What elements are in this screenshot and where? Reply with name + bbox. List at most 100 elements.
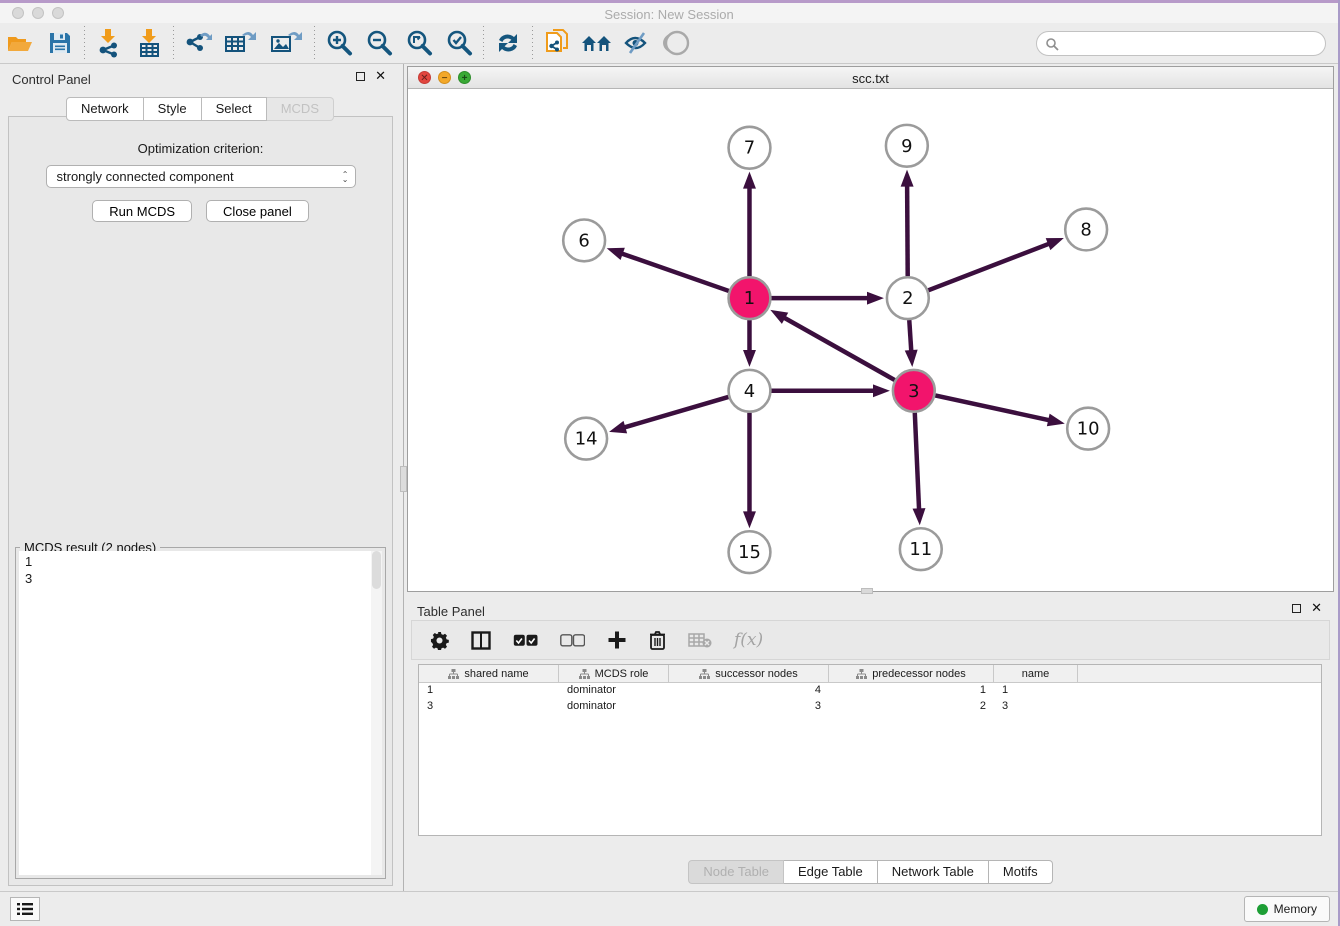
- memory-button[interactable]: Memory: [1244, 896, 1330, 922]
- edge-1-2[interactable]: [771, 292, 884, 305]
- zoom-selected-button[interactable]: [439, 25, 479, 61]
- close-table-panel-icon[interactable]: ✕: [1311, 603, 1322, 613]
- clone-network-button[interactable]: [537, 25, 577, 61]
- column-header-predecessor-nodes[interactable]: predecessor nodes: [829, 665, 994, 682]
- edge-3-11[interactable]: [913, 413, 926, 526]
- cell-MCDS-role[interactable]: dominator: [559, 699, 669, 715]
- run-mcds-button[interactable]: Run MCDS: [92, 200, 192, 222]
- edge-2-3[interactable]: [905, 320, 918, 367]
- edge-4-14[interactable]: [609, 397, 728, 433]
- network-canvas[interactable]: 7 9 6 8 1 2 4 3 14 10 15 11: [408, 90, 1333, 591]
- clone-network-icon: [544, 28, 570, 58]
- cell-successor-nodes[interactable]: 3: [669, 699, 829, 715]
- edge-3-1[interactable]: [770, 310, 894, 380]
- float-table-panel-icon[interactable]: [1292, 604, 1301, 613]
- cell-shared-name[interactable]: 3: [419, 699, 559, 715]
- plus-icon: [607, 630, 627, 650]
- cell-name[interactable]: 3: [994, 699, 1078, 715]
- save-session-button[interactable]: [40, 25, 80, 61]
- edge-2-9[interactable]: [901, 170, 914, 277]
- export-network-button[interactable]: [178, 25, 218, 61]
- gear-button[interactable]: [430, 631, 449, 650]
- cell-predecessor-nodes[interactable]: 2: [829, 699, 994, 715]
- function-builder-button[interactable]: f(x): [734, 630, 763, 650]
- edge-1-7[interactable]: [743, 172, 756, 277]
- tab-network-table[interactable]: Network Table: [878, 860, 989, 884]
- node-4[interactable]: 4: [729, 370, 771, 412]
- node-2[interactable]: 2: [887, 277, 929, 319]
- delete-column-button[interactable]: [649, 630, 666, 650]
- column-header-shared-name[interactable]: shared name: [419, 665, 559, 682]
- panel-splitter[interactable]: [400, 64, 407, 891]
- node-7[interactable]: 7: [729, 127, 771, 169]
- splitter-grip[interactable]: [400, 466, 407, 492]
- node-6[interactable]: 6: [563, 219, 605, 261]
- task-list-icon: [17, 902, 33, 916]
- cell-predecessor-nodes[interactable]: 1: [829, 683, 994, 699]
- tab-node-table[interactable]: Node Table: [688, 860, 784, 884]
- close-panel-button[interactable]: Close panel: [206, 200, 309, 222]
- edge-1-4[interactable]: [743, 320, 756, 367]
- delete-table-button[interactable]: [688, 632, 712, 648]
- select-all-button[interactable]: [513, 634, 538, 647]
- table-row[interactable]: 3dominator323: [419, 699, 1321, 715]
- result-scrollbar-thumb[interactable]: [372, 551, 381, 589]
- network-window-titlebar[interactable]: ✕ − + scc.txt: [408, 67, 1333, 89]
- float-panel-icon[interactable]: [356, 72, 365, 81]
- cell-successor-nodes[interactable]: 4: [669, 683, 829, 699]
- column-split-button[interactable]: [471, 631, 491, 650]
- edge-4-15[interactable]: [743, 413, 756, 529]
- edge-3-10[interactable]: [935, 395, 1065, 426]
- export-image-button[interactable]: [264, 25, 310, 61]
- import-network-button[interactable]: [89, 25, 129, 61]
- node-15[interactable]: 15: [729, 531, 771, 573]
- table-row[interactable]: 1dominator411: [419, 683, 1321, 699]
- edge-2-8[interactable]: [928, 238, 1064, 290]
- add-column-button[interactable]: [607, 630, 627, 650]
- tab-mcds[interactable]: MCDS: [267, 97, 334, 121]
- svg-text:11: 11: [909, 539, 932, 560]
- tab-motifs[interactable]: Motifs: [989, 860, 1053, 884]
- open-session-button[interactable]: [0, 25, 40, 61]
- tab-edge-table[interactable]: Edge Table: [784, 860, 878, 884]
- mcds-result-text[interactable]: 1 3: [19, 551, 382, 875]
- edge-4-3[interactable]: [771, 384, 890, 397]
- import-table-button[interactable]: [129, 25, 169, 61]
- zoom-in-button[interactable]: [319, 25, 359, 61]
- search-input[interactable]: [1059, 37, 1317, 51]
- refresh-button[interactable]: [488, 25, 528, 61]
- cell-shared-name[interactable]: 1: [419, 683, 559, 699]
- task-history-button[interactable]: [10, 897, 40, 921]
- export-table-button[interactable]: [218, 25, 264, 61]
- starter-panel-button[interactable]: [577, 25, 617, 61]
- close-panel-icon[interactable]: ✕: [375, 71, 386, 81]
- node-9[interactable]: 9: [886, 125, 928, 167]
- zoom-fit-button[interactable]: [399, 25, 439, 61]
- zoom-out-button[interactable]: [359, 25, 399, 61]
- cell-MCDS-role[interactable]: dominator: [559, 683, 669, 699]
- toolbar-search[interactable]: [1036, 31, 1326, 56]
- network-canvas-svg: 7 9 6 8 1 2 4 3 14 10 15 11: [408, 90, 1333, 591]
- edge-1-6[interactable]: [607, 248, 729, 291]
- birdseye-view-button[interactable]: [657, 25, 697, 61]
- node-10[interactable]: 10: [1067, 408, 1109, 450]
- criterion-select[interactable]: strongly connected component ⌃⌄: [46, 165, 356, 188]
- node-3[interactable]: 3: [893, 370, 935, 412]
- tab-network[interactable]: Network: [66, 97, 144, 121]
- horizontal-splitter-grip[interactable]: [861, 588, 873, 594]
- graphics-details-icon: [622, 30, 652, 56]
- result-scrollbar[interactable]: [371, 551, 382, 875]
- tab-select[interactable]: Select: [202, 97, 267, 121]
- node-8[interactable]: 8: [1065, 209, 1107, 251]
- deselect-all-button[interactable]: [560, 634, 585, 647]
- node-11[interactable]: 11: [900, 528, 942, 570]
- tab-style[interactable]: Style: [144, 97, 202, 121]
- graphics-details-button[interactable]: [617, 25, 657, 61]
- node-1[interactable]: 1: [729, 277, 771, 319]
- column-header-successor-nodes[interactable]: successor nodes: [669, 665, 829, 682]
- cell-name[interactable]: 1: [994, 683, 1078, 699]
- column-header-MCDS-role[interactable]: MCDS role: [559, 665, 669, 682]
- node-14[interactable]: 14: [565, 418, 607, 460]
- column-header-name[interactable]: name: [994, 665, 1078, 682]
- gear-icon: [430, 631, 449, 650]
